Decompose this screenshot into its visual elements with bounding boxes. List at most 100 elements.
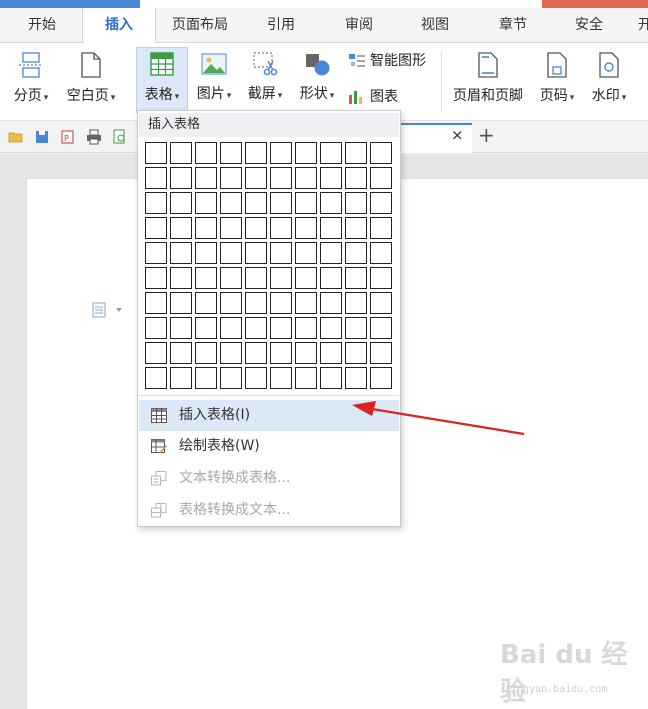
table-grid-cell[interactable] <box>195 267 217 289</box>
table-grid-cell[interactable] <box>270 267 292 289</box>
table-grid-cell[interactable] <box>370 342 392 364</box>
table-grid-cell[interactable] <box>220 267 242 289</box>
table-grid-cell[interactable] <box>295 142 317 164</box>
table-grid-cell[interactable] <box>195 292 217 314</box>
table-grid-cell[interactable] <box>270 242 292 264</box>
header-footer-button[interactable]: 页眉和页脚 <box>448 51 528 113</box>
table-grid-cell[interactable] <box>345 317 367 339</box>
table-grid-cell[interactable] <box>345 167 367 189</box>
table-grid-cell[interactable] <box>295 267 317 289</box>
table-grid-cell[interactable] <box>195 317 217 339</box>
table-grid-cell[interactable] <box>145 142 167 164</box>
table-grid-cell[interactable] <box>345 142 367 164</box>
page-number-button[interactable]: 页码 ▾ <box>534 51 580 113</box>
picture-button[interactable]: 图片 ▾ <box>192 51 236 113</box>
table-grid-cell[interactable] <box>195 167 217 189</box>
smart-art-button[interactable]: 智能图形 <box>348 50 426 72</box>
table-grid-cell[interactable] <box>195 217 217 239</box>
table-grid-cell[interactable] <box>270 192 292 214</box>
table-grid-cell[interactable] <box>220 292 242 314</box>
table-grid-cell[interactable] <box>145 292 167 314</box>
table-grid-cell[interactable] <box>145 242 167 264</box>
table-grid-cell[interactable] <box>145 167 167 189</box>
table-grid-cell[interactable] <box>145 267 167 289</box>
close-tab-icon[interactable]: × <box>451 126 464 144</box>
watermark-button[interactable]: 水印 ▾ <box>586 51 632 113</box>
tab-security[interactable]: 安全 <box>552 8 626 43</box>
table-grid-cell[interactable] <box>370 367 392 389</box>
table-grid-cell[interactable] <box>170 192 192 214</box>
table-grid-cell[interactable] <box>245 217 267 239</box>
table-grid-cell[interactable] <box>245 192 267 214</box>
table-grid-cell[interactable] <box>195 367 217 389</box>
table-grid-cell[interactable] <box>295 367 317 389</box>
table-grid-cell[interactable] <box>245 367 267 389</box>
table-grid-cell[interactable] <box>145 217 167 239</box>
table-grid-cell[interactable] <box>270 292 292 314</box>
table-grid-cell[interactable] <box>320 342 342 364</box>
table-grid-cell[interactable] <box>370 192 392 214</box>
table-grid-cell[interactable] <box>295 317 317 339</box>
table-grid-cell[interactable] <box>170 167 192 189</box>
table-grid-cell[interactable] <box>345 192 367 214</box>
table-grid-cell[interactable] <box>270 217 292 239</box>
table-grid-cell[interactable] <box>295 292 317 314</box>
table-grid-cell[interactable] <box>320 367 342 389</box>
table-grid-cell[interactable] <box>295 342 317 364</box>
table-grid-cell[interactable] <box>195 242 217 264</box>
table-grid-cell[interactable] <box>370 217 392 239</box>
open-folder-icon[interactable] <box>8 129 24 145</box>
table-grid-cell[interactable] <box>170 142 192 164</box>
table-grid-cell[interactable] <box>170 367 192 389</box>
table-grid-cell[interactable] <box>170 217 192 239</box>
table-grid-cell[interactable] <box>370 267 392 289</box>
table-grid-cell[interactable] <box>320 242 342 264</box>
table-grid-cell[interactable] <box>345 242 367 264</box>
table-to-text-menu-item[interactable]: 表格转换成文本... <box>139 495 399 526</box>
table-grid-cell[interactable] <box>345 217 367 239</box>
tab-references[interactable]: 引用 <box>244 8 318 43</box>
table-grid-cell[interactable] <box>270 367 292 389</box>
table-grid-cell[interactable] <box>295 217 317 239</box>
table-grid-cell[interactable] <box>320 217 342 239</box>
table-grid-cell[interactable] <box>320 292 342 314</box>
table-grid-cell[interactable] <box>220 242 242 264</box>
table-grid-cell[interactable] <box>220 317 242 339</box>
table-grid-cell[interactable] <box>270 142 292 164</box>
table-grid-cell[interactable] <box>370 242 392 264</box>
insert-table-menu-item[interactable]: 插入表格(I) <box>139 400 399 431</box>
table-grid-cell[interactable] <box>220 167 242 189</box>
table-grid-cell[interactable] <box>145 192 167 214</box>
table-grid-cell[interactable] <box>220 342 242 364</box>
table-grid-cell[interactable] <box>270 342 292 364</box>
table-grid-cell[interactable] <box>320 317 342 339</box>
table-grid-cell[interactable] <box>345 267 367 289</box>
tab-home[interactable]: 开始 <box>0 8 84 43</box>
table-grid-cell[interactable] <box>195 342 217 364</box>
table-grid-cell[interactable] <box>220 142 242 164</box>
table-grid-cell[interactable] <box>295 167 317 189</box>
page-break-button[interactable]: 分页 ▾ <box>8 51 54 113</box>
table-grid-cell[interactable] <box>170 292 192 314</box>
table-grid-cell[interactable] <box>245 342 267 364</box>
table-grid-cell[interactable] <box>245 142 267 164</box>
table-grid-cell[interactable] <box>195 192 217 214</box>
shape-button[interactable]: 形状 ▾ <box>294 51 340 113</box>
table-grid-cell[interactable] <box>245 267 267 289</box>
table-grid-cell[interactable] <box>320 192 342 214</box>
tab-chapter[interactable]: 章节 <box>476 8 550 43</box>
tab-insert[interactable]: 插入 <box>82 8 156 44</box>
table-grid-cell[interactable] <box>370 142 392 164</box>
table-grid-cell[interactable] <box>320 142 342 164</box>
table-grid-cell[interactable] <box>295 192 317 214</box>
tab-page-layout[interactable]: 页面布局 <box>158 8 242 43</box>
save-icon[interactable] <box>34 129 50 145</box>
table-grid-cell[interactable] <box>245 292 267 314</box>
draw-table-menu-item[interactable]: 绘制表格(W) <box>139 431 399 462</box>
table-grid-cell[interactable] <box>320 167 342 189</box>
table-grid-cell[interactable] <box>345 342 367 364</box>
table-grid-cell[interactable] <box>270 167 292 189</box>
table-grid-cell[interactable] <box>270 317 292 339</box>
paragraph-options-icon[interactable] <box>92 302 126 318</box>
text-to-table-menu-item[interactable]: 文本转换成表格... <box>139 463 399 494</box>
